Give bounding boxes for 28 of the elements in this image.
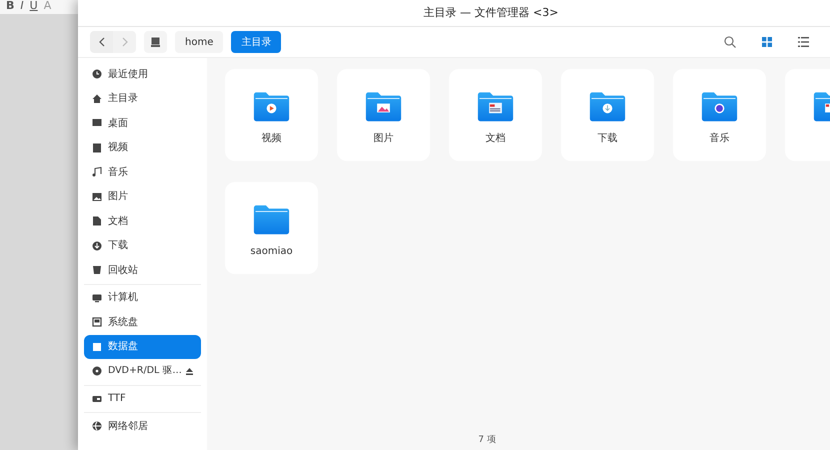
bold-button[interactable]: B [6,0,14,12]
sidebar-item[interactable]: 最近使用 [84,62,201,86]
file-card[interactable]: 文档 [449,69,542,161]
file-card[interactable]: saomiao [225,182,318,274]
sidebar-item[interactable]: 下载 [84,234,201,258]
sidebar-item[interactable]: 数据盘 [84,334,201,359]
file-card[interactable]: 下载 [561,69,654,161]
sidebar-item[interactable]: 桌面 [84,111,201,136]
underline-button[interactable]: U [30,0,38,12]
sidebar-item[interactable]: 系统盘 [84,310,201,334]
sidebar-item[interactable]: 回收站 [84,258,201,282]
window-title: 主目录 — 文件管理器 <3> [424,4,558,21]
sidebar-item[interactable]: 文档 [84,209,201,234]
sidebar-item[interactable]: 主目录 [84,86,201,111]
italic-button[interactable]: I [20,0,24,12]
sidebar-item[interactable]: 网络邻居 [84,414,201,438]
sidebar-item[interactable]: 计算机 [84,286,201,310]
file-card[interactable]: 视频 [225,69,318,161]
file-card[interactable]: 图片 [337,69,430,161]
item-count: 7 项 [478,434,496,444]
file-card[interactable]: 音乐 [673,69,766,161]
sidebar-item[interactable]: 视频 [84,136,201,160]
sidebar-item[interactable]: 图片 [84,184,201,209]
sidebar-item[interactable]: TTF [84,386,201,411]
breadcrumb[interactable]: home [175,31,224,53]
breadcrumb[interactable]: 主目录 [231,31,282,53]
sidebar-item[interactable]: 音乐 [84,160,201,184]
sidebar-item[interactable]: DVD+R/DL 驱… [84,359,201,384]
